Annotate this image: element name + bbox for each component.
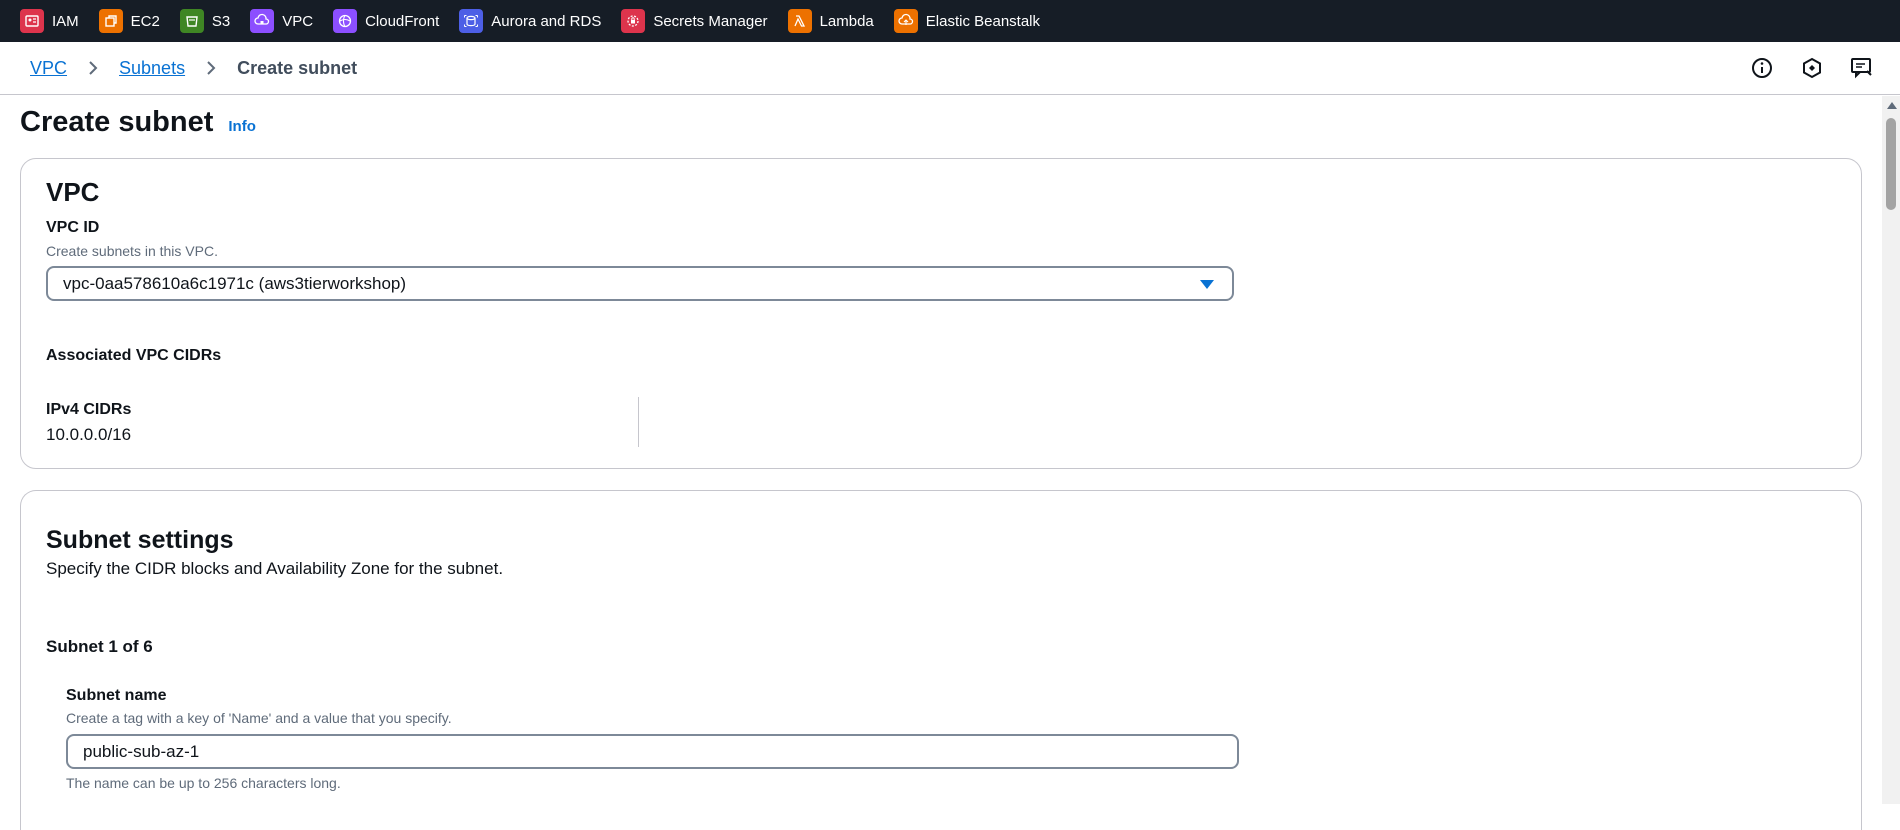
service-label: EC2 (130, 12, 160, 30)
service-label: Secrets Manager (653, 12, 768, 30)
associated-cidrs-heading: Associated VPC CIDRs (46, 347, 222, 364)
info-link[interactable]: Info (228, 118, 256, 135)
vpc-icon (250, 9, 275, 33)
ipv4-cidrs-label: IPv4 CIDRs (46, 401, 132, 418)
service-cloudfront[interactable]: CloudFront (333, 0, 439, 42)
breadcrumb-vpc[interactable]: VPC (30, 58, 67, 79)
page-scrollbar[interactable] (1882, 96, 1900, 804)
iam-icon (20, 9, 44, 33)
vpc-card: VPC VPC ID Create subnets in this VPC. v… (20, 158, 1862, 469)
subnet-counter: Subnet 1 of 6 (46, 637, 153, 656)
service-ec2[interactable]: EC2 (98, 0, 160, 42)
page-title: Create subnet (20, 106, 214, 138)
lambda-icon (787, 9, 812, 33)
vpc-id-label: VPC ID (46, 219, 100, 236)
s3-icon (179, 9, 204, 33)
service-label: VPC (282, 12, 314, 30)
column-divider (638, 397, 639, 447)
info-icon[interactable] (1750, 56, 1774, 80)
service-label: IAM (52, 12, 79, 30)
vpc-heading: VPC (46, 177, 100, 207)
hexagon-settings-icon[interactable] (1800, 56, 1824, 80)
cloudfront-icon (333, 9, 358, 33)
chevron-right-icon (197, 58, 225, 78)
service-iam[interactable]: IAM (20, 0, 79, 42)
subnet-settings-card: Subnet settings Specify the CIDR blocks … (20, 490, 1862, 830)
vpc-id-select[interactable]: vpc-0aa578610a6c1971c (aws3tierworkshop) (46, 266, 1234, 301)
service-label: Elastic Beanstalk (925, 12, 1041, 30)
rds-icon (459, 9, 484, 33)
service-label: S3 (211, 12, 231, 30)
subnet-name-description: Create a tag with a key of 'Name' and a … (66, 710, 452, 726)
services-bar: IAM EC2 S3 VPC CloudFront Aurora and RDS (0, 0, 1900, 42)
ec2-icon (98, 9, 123, 33)
service-label: Aurora and RDS (491, 12, 602, 30)
scroll-up-icon[interactable] (1887, 102, 1897, 109)
service-label: Lambda (819, 12, 874, 30)
service-aurora-rds[interactable]: Aurora and RDS (459, 0, 601, 42)
secrets-manager-icon (621, 9, 646, 33)
scroll-thumb[interactable] (1886, 118, 1896, 210)
breadcrumb: VPC Subnets Create subnet (0, 42, 1900, 95)
service-secrets-manager[interactable]: Secrets Manager (621, 0, 768, 42)
vpc-id-description: Create subnets in this VPC. (46, 243, 218, 259)
breadcrumb-subnets[interactable]: Subnets (119, 58, 185, 79)
feedback-icon[interactable] (1850, 56, 1874, 80)
breadcrumb-current: Create subnet (237, 57, 358, 78)
service-vpc[interactable]: VPC (250, 0, 313, 42)
utility-icons (1750, 56, 1874, 80)
subnet-name-hint: The name can be up to 256 characters lon… (66, 775, 341, 791)
service-lambda[interactable]: Lambda (787, 0, 874, 42)
chevron-right-icon (79, 58, 107, 78)
service-elastic-beanstalk[interactable]: Elastic Beanstalk (893, 0, 1041, 42)
subnet-settings-heading: Subnet settings (46, 526, 234, 554)
page-header: Create subnet Info (20, 106, 256, 139)
vpc-id-value: vpc-0aa578610a6c1971c (aws3tierworkshop) (63, 273, 407, 293)
subnet-name-label: Subnet name (66, 687, 167, 704)
service-label: CloudFront (365, 12, 440, 30)
ipv4-cidrs-value: 10.0.0.0/16 (46, 425, 132, 444)
elastic-beanstalk-icon (893, 9, 918, 33)
service-s3[interactable]: S3 (179, 0, 231, 42)
subnet-name-value: public-sub-az-1 (83, 741, 200, 761)
subnet-name-input[interactable]: public-sub-az-1 (66, 734, 1239, 769)
caret-down-icon (1200, 280, 1214, 289)
subnet-settings-description: Specify the CIDR blocks and Availability… (46, 559, 504, 578)
